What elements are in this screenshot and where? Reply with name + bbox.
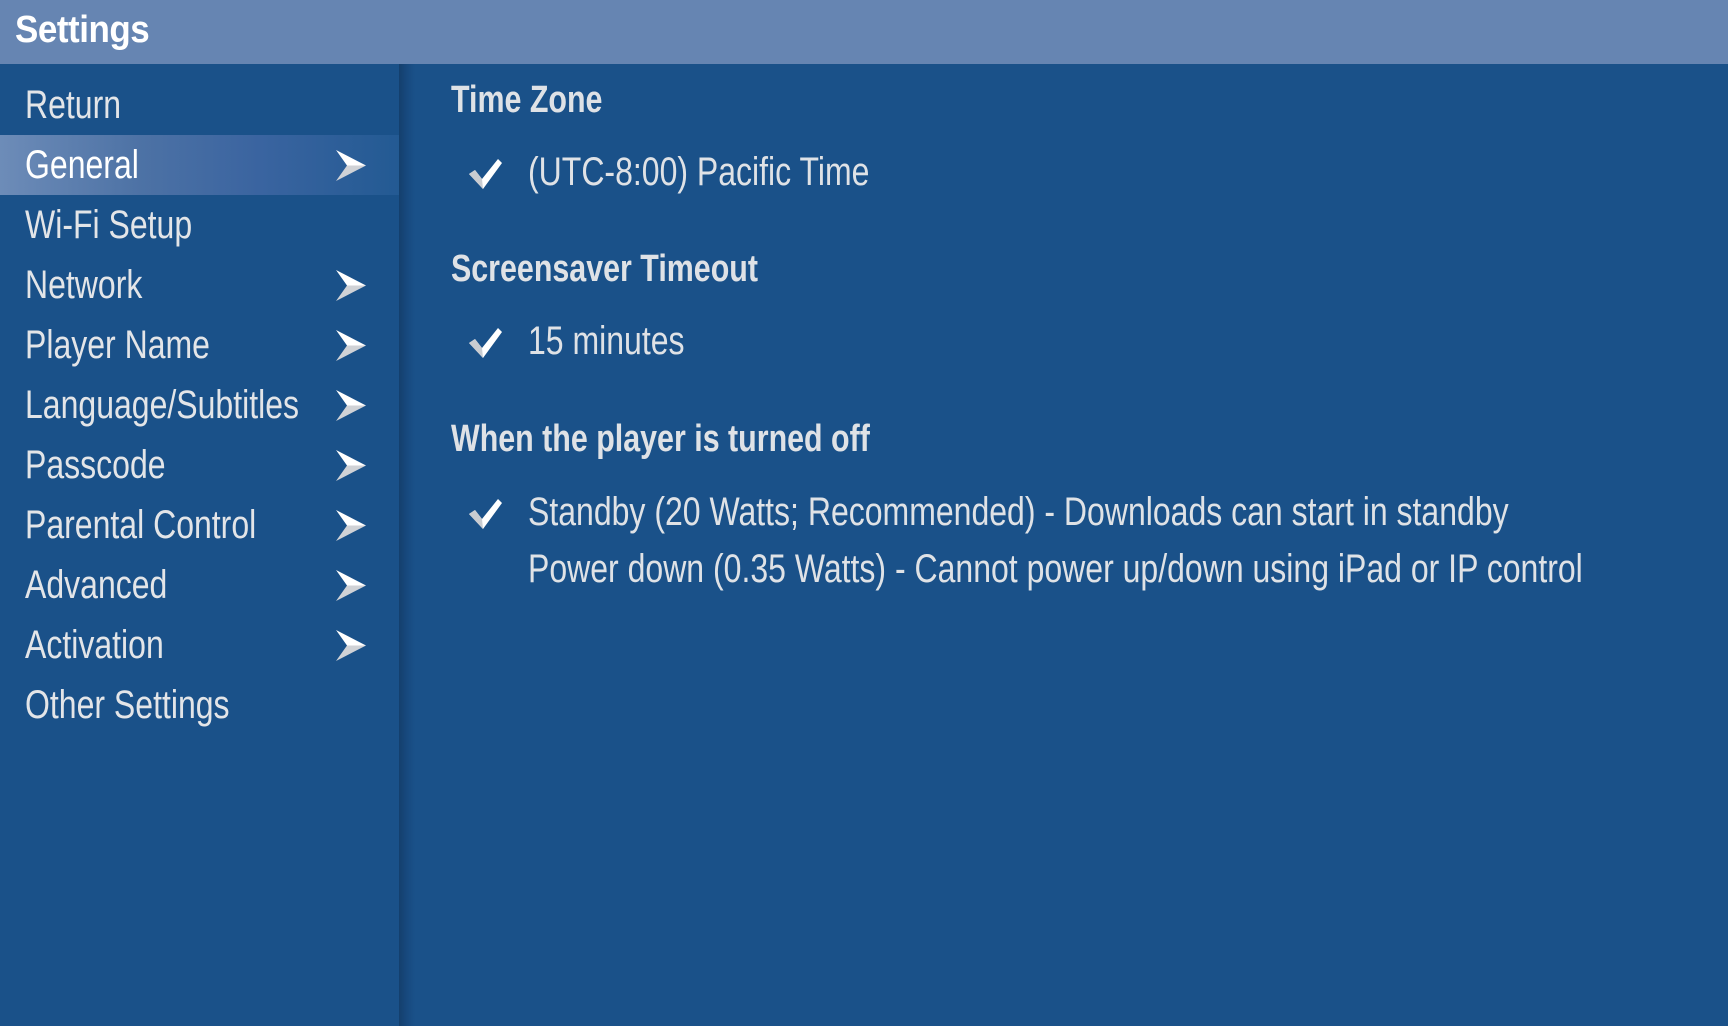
option-label: 15 minutes: [528, 319, 685, 363]
chevron-right-icon: [336, 450, 366, 481]
checkmark-icon: [469, 499, 502, 529]
sidebar-item-label: Return: [25, 83, 122, 127]
checkmark-icon: [469, 328, 502, 358]
chevron-right-icon: [336, 270, 366, 301]
chevron-right-icon: [336, 630, 366, 661]
sidebar-item-label: Parental Control: [25, 503, 257, 547]
sidebar-item-language-subtitles[interactable]: Language/Subtitles: [0, 375, 399, 435]
sidebar-item-label: Other Settings: [25, 683, 230, 727]
sidebar-item-parental-control[interactable]: Parental Control: [0, 495, 399, 555]
sidebar-item-label: Wi-Fi Setup: [25, 203, 193, 247]
option-label: Power down (0.35 Watts) - Cannot power u…: [528, 547, 1583, 591]
sidebar-menu: Return General Wi-Fi Setup Network Playe…: [0, 64, 399, 1026]
sidebar-item-label: General: [25, 143, 139, 187]
sidebar-item-passcode[interactable]: Passcode: [0, 435, 399, 495]
settings-content-panel: Time Zone (UTC-8:00) Pacific Time Screen…: [415, 64, 1728, 1026]
section-title-player-turned-off: When the player is turned off: [451, 418, 870, 460]
sidebar-item-advanced[interactable]: Advanced: [0, 555, 399, 615]
chevron-right-icon: [336, 150, 366, 181]
section-title-screensaver-timeout: Screensaver Timeout: [451, 248, 758, 290]
option-label: Standby (20 Watts; Recommended) - Downlo…: [528, 490, 1509, 534]
sidebar-item-player-name[interactable]: Player Name: [0, 315, 399, 375]
sidebar-item-label: Passcode: [25, 443, 166, 487]
sidebar-item-general[interactable]: General: [0, 135, 399, 195]
option-label: (UTC-8:00) Pacific Time: [528, 150, 870, 194]
chevron-right-icon: [336, 330, 366, 361]
chevron-right-icon: [336, 510, 366, 541]
sidebar-item-activation[interactable]: Activation: [0, 615, 399, 675]
chevron-right-icon: [336, 570, 366, 601]
sidebar-divider-shadow: [399, 64, 415, 1026]
sidebar-item-wifi-setup[interactable]: Wi-Fi Setup: [0, 195, 399, 255]
sidebar-item-label: Network: [25, 263, 143, 307]
page-title: Settings: [15, 9, 150, 51]
sidebar-item-label: Advanced: [25, 563, 168, 607]
section-title-time-zone: Time Zone: [451, 79, 603, 121]
sidebar-item-other-settings[interactable]: Other Settings: [0, 675, 399, 735]
sidebar-item-label: Activation: [25, 623, 164, 667]
checkmark-icon: [469, 159, 502, 189]
sidebar-item-label: Player Name: [25, 323, 210, 367]
chevron-right-icon: [336, 390, 366, 421]
title-bar: Settings: [0, 0, 1728, 64]
sidebar-item-return[interactable]: Return: [0, 75, 399, 135]
sidebar-item-network[interactable]: Network: [0, 255, 399, 315]
sidebar-item-label: Language/Subtitles: [25, 383, 299, 427]
